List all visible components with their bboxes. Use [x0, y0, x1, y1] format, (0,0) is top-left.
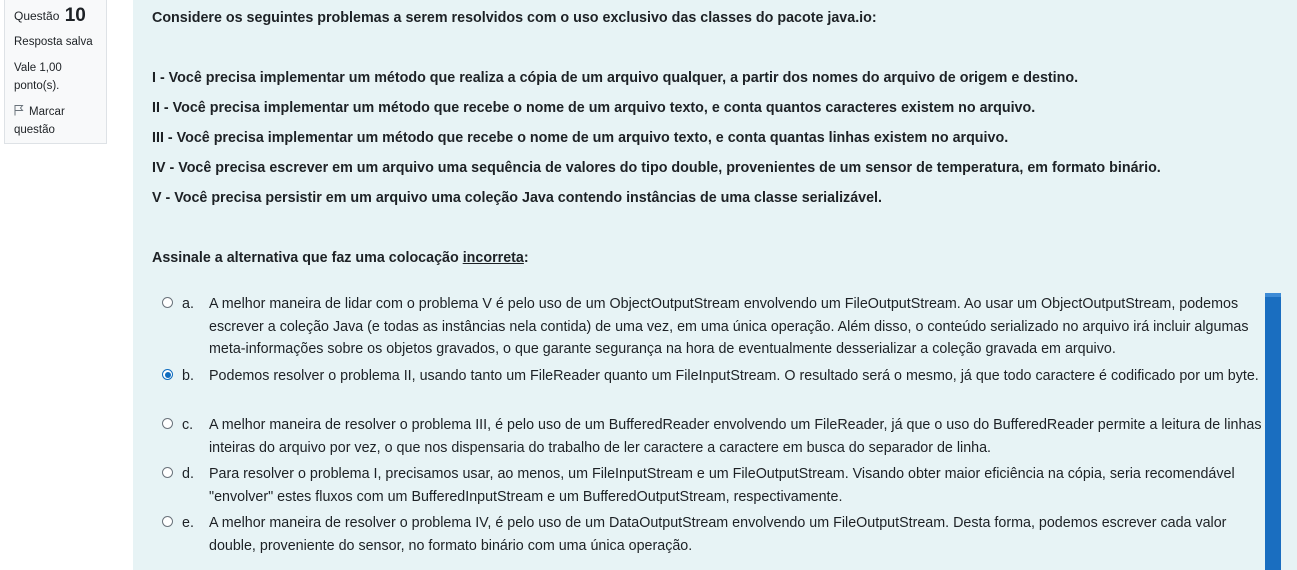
question-prompt: Assinale a alternativa que faz uma coloc… [152, 250, 529, 266]
option-letter: c. [182, 417, 194, 433]
problem-3: III - Você precisa implementar um método… [152, 130, 1009, 146]
question-prefix: Questão [14, 9, 60, 23]
option-letter: b. [182, 368, 194, 384]
radio-button[interactable] [162, 516, 173, 527]
question-number: Questão 10 [14, 5, 106, 27]
question-status: Resposta salva [14, 36, 93, 48]
flag-label-line1: Marcar [29, 106, 65, 118]
question-grade-line1: Vale 1,00 [14, 62, 62, 74]
radio-button[interactable] [162, 297, 173, 308]
prompt-text: Assinale a alternativa que faz uma coloc… [152, 250, 463, 266]
question-info-panel: Questão 10 Resposta salva Vale 1,00 pont… [4, 0, 107, 144]
question-grade-line2: ponto(s). [14, 80, 60, 92]
scrollbar-top[interactable] [1265, 293, 1281, 297]
option-letter: e. [182, 515, 194, 531]
question-intro: Considere os seguintes problemas a serem… [152, 10, 877, 26]
answer-option-d[interactable]: d. Para resolver o problema I, precisamo… [159, 463, 1269, 508]
prompt-underlined: incorreta [462, 250, 524, 266]
option-text: A melhor maneira de resolver o problema … [209, 515, 1227, 554]
problem-2: II - Você precisa implementar um método … [152, 100, 1036, 116]
option-text: A melhor maneira de resolver o problema … [209, 417, 1262, 456]
flag-icon [14, 103, 25, 121]
problem-5: V - Você precisa persistir em um arquivo… [152, 190, 882, 206]
answer-option-b[interactable]: b. Podemos resolver o problema II, usand… [159, 365, 1269, 388]
radio-button[interactable] [162, 467, 173, 478]
question-number-value: 10 [64, 5, 86, 26]
problem-1: I - Você precisa implementar um método q… [152, 70, 1079, 86]
flag-label-line2: questão [14, 124, 55, 136]
option-letter: a. [182, 296, 194, 312]
option-text: A melhor maneira de lidar com o problema… [209, 296, 1249, 357]
answer-option-c[interactable]: c. A melhor maneira de resolver o proble… [159, 414, 1269, 459]
option-text: Para resolver o problema I, precisamos u… [209, 466, 1235, 505]
answer-option-a[interactable]: a. A melhor maneira de lidar com o probl… [159, 293, 1269, 361]
prompt-colon: : [523, 250, 529, 266]
answer-option-e[interactable]: e. A melhor maneira de resolver o proble… [159, 512, 1269, 557]
problem-4: IV - Você precisa escrever em um arquivo… [152, 160, 1161, 176]
radio-button-selected[interactable] [162, 369, 173, 380]
option-letter: d. [182, 466, 194, 482]
flag-question-button[interactable]: Marcar questão [14, 103, 106, 139]
radio-button[interactable] [162, 418, 173, 429]
option-text: Podemos resolver o problema II, usando t… [209, 368, 1259, 384]
scrollbar-thumb[interactable] [1265, 293, 1281, 570]
question-content: Considere os seguintes problemas a serem… [133, 0, 1297, 570]
